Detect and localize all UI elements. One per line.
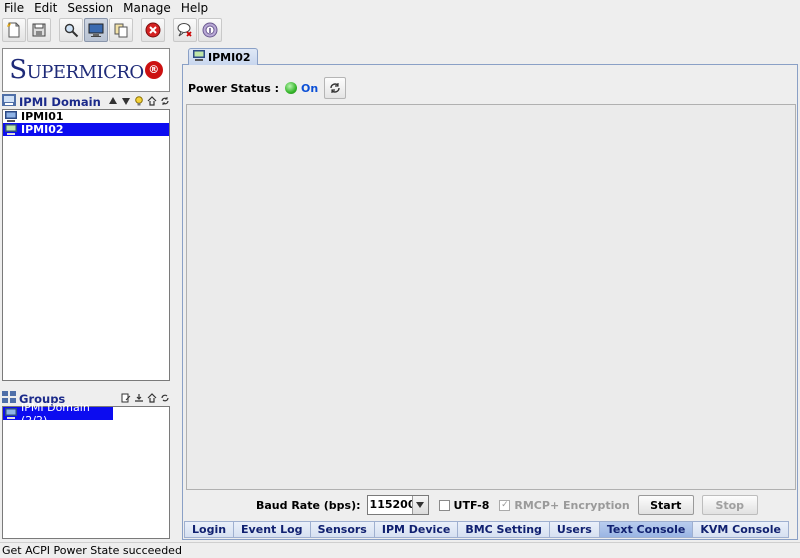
menu-help[interactable]: Help bbox=[176, 0, 213, 16]
chevron-down-icon[interactable] bbox=[411, 496, 428, 514]
power-status: Power Status : On bbox=[188, 77, 347, 99]
server-icon bbox=[5, 124, 17, 135]
left-splitter[interactable] bbox=[0, 380, 174, 386]
baud-rate-value: 115200 bbox=[369, 498, 416, 511]
start-button[interactable]: Start bbox=[637, 495, 694, 515]
toolbar bbox=[0, 16, 800, 44]
stop-icon[interactable] bbox=[141, 18, 165, 42]
rmcp-checkbox: ✓ bbox=[499, 499, 511, 511]
tree-item-ipmi02[interactable]: IPMI02 bbox=[3, 123, 169, 136]
group-folder-icon bbox=[5, 408, 17, 419]
refresh-icon bbox=[330, 83, 340, 93]
tab-ipm-device[interactable]: IPM Device bbox=[373, 521, 458, 538]
domain-icon bbox=[2, 94, 16, 109]
tab-bmc-setting[interactable]: BMC Setting bbox=[457, 521, 549, 538]
tree-item-label: IPMI01 bbox=[21, 110, 64, 123]
tree-item-label: IPMI02 bbox=[21, 123, 64, 136]
tab-ipmi02[interactable]: IPMI02 bbox=[188, 48, 258, 65]
groups-tree: IPMI Domain (2/2) bbox=[2, 401, 170, 539]
up-level-icon[interactable] bbox=[147, 95, 157, 109]
disconnect-icon[interactable] bbox=[173, 18, 197, 42]
save-icon[interactable] bbox=[27, 18, 51, 42]
tab-text-console[interactable]: Text Console bbox=[598, 521, 693, 538]
server-icon bbox=[5, 111, 17, 122]
menu-bar: File Edit Session Manage Help bbox=[0, 0, 800, 16]
baud-rate-label: Baud Rate (bps): bbox=[256, 498, 361, 512]
discover-bulb-icon[interactable] bbox=[134, 95, 144, 109]
menu-manage[interactable]: Manage bbox=[118, 0, 176, 16]
supermicro-logo: Supermicro ® bbox=[2, 48, 170, 92]
move-down-icon[interactable] bbox=[121, 95, 131, 109]
power-status-label: Power Status : bbox=[188, 81, 279, 95]
group-import-icon[interactable] bbox=[134, 392, 144, 406]
left-panel: Supermicro ® IPMI Domain IPMI01 IPMI02 G… bbox=[0, 46, 174, 542]
utf8-option[interactable]: UTF-8 bbox=[438, 498, 490, 512]
power-state: On bbox=[300, 81, 319, 95]
power-led-icon bbox=[284, 82, 297, 94]
ipmi-domain-title: IPMI Domain bbox=[19, 94, 101, 109]
tree-item-ipmi01[interactable]: IPMI01 bbox=[3, 110, 169, 123]
menu-edit[interactable]: Edit bbox=[29, 0, 62, 16]
rmcp-option: ✓ RMCP+ Encryption bbox=[499, 498, 630, 512]
groups-icon bbox=[2, 391, 16, 406]
menu-session[interactable]: Session bbox=[62, 0, 118, 16]
group-up-icon[interactable] bbox=[147, 392, 157, 406]
tab-sensors[interactable]: Sensors bbox=[309, 521, 374, 538]
refresh-power-button[interactable] bbox=[324, 77, 347, 99]
search-icon[interactable] bbox=[59, 18, 83, 42]
console-controls: Baud Rate (bps): 115200 UTF-8 ✓ RMCP+ En… bbox=[186, 494, 796, 516]
tab-kvm-console[interactable]: KVM Console bbox=[692, 521, 789, 538]
stop-button: Stop bbox=[701, 495, 758, 515]
logo-text: Supermicro bbox=[9, 55, 144, 85]
tab-event-log[interactable]: Event Log bbox=[233, 521, 310, 538]
logo-mark: ® bbox=[144, 61, 163, 79]
copy-icon[interactable] bbox=[109, 18, 133, 42]
ipmi-domain-tree: IPMI01 IPMI02 bbox=[2, 109, 170, 381]
utf8-label: UTF-8 bbox=[453, 498, 490, 512]
console-icon[interactable] bbox=[84, 18, 108, 42]
group-edit-icon[interactable] bbox=[121, 392, 131, 406]
console-tab-icon bbox=[193, 50, 205, 64]
tab-users[interactable]: Users bbox=[548, 521, 599, 538]
move-up-icon[interactable] bbox=[108, 95, 118, 109]
info-icon[interactable] bbox=[198, 18, 222, 42]
menu-file[interactable]: File bbox=[0, 0, 29, 16]
ipmi-domain-header: IPMI Domain bbox=[2, 94, 170, 109]
rmcp-label: RMCP+ Encryption bbox=[514, 498, 630, 512]
text-console-area[interactable] bbox=[186, 104, 796, 490]
main-splitter[interactable] bbox=[174, 46, 182, 542]
group-item-ipmi-domain[interactable]: IPMI Domain (2/2) bbox=[3, 401, 113, 427]
new-icon[interactable] bbox=[2, 18, 26, 42]
baud-rate-select[interactable]: 115200 bbox=[366, 495, 429, 515]
utf8-checkbox[interactable] bbox=[438, 499, 450, 511]
refresh-tree-icon[interactable] bbox=[160, 95, 170, 109]
group-item-label: IPMI Domain (2/2) bbox=[21, 400, 90, 427]
tab-label: IPMI02 bbox=[208, 50, 251, 64]
group-refresh-icon[interactable] bbox=[160, 392, 170, 406]
tab-login[interactable]: Login bbox=[184, 521, 234, 538]
status-bar: Get ACPI Power State succeeded bbox=[0, 542, 800, 558]
bottom-tab-bar: Login Event Log Sensors IPM Device BMC S… bbox=[184, 521, 789, 539]
